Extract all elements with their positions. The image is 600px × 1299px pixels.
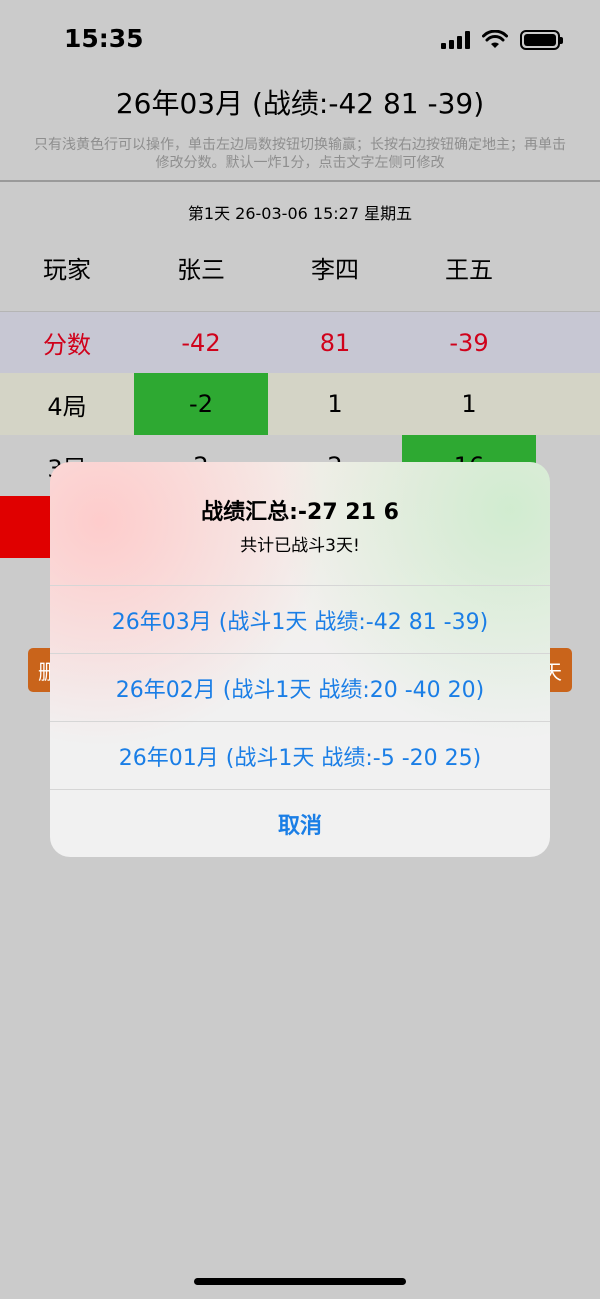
day-info: 第1天 26-03-06 15:27 星期五 — [187, 204, 413, 223]
alert-message: 共计已战斗3天! — [240, 536, 360, 556]
player-name[interactable]: 李四 — [268, 236, 402, 298]
alert-header: 战绩汇总:-27 21 6 共计已战斗3天! — [50, 462, 550, 585]
cancel-button[interactable]: 取消 — [50, 789, 550, 857]
month-option-button[interactable]: 26年03月 (战斗1天 战绩:-42 81 -39) — [50, 585, 550, 653]
alert-title: 战绩汇总:-27 21 6 — [201, 500, 399, 525]
header-divider — [0, 180, 600, 182]
score-value: -39 — [449, 328, 489, 357]
round-score-cell[interactable]: 1 — [268, 373, 402, 435]
battery-icon — [520, 30, 563, 50]
wifi-icon — [482, 30, 508, 48]
score-value: -42 — [181, 328, 221, 357]
home-indicator[interactable] — [194, 1278, 406, 1285]
player-column-label: 玩家 — [43, 255, 91, 284]
score-label: 分数 — [43, 331, 91, 359]
month-option-button[interactable]: 26年01月 (战斗1天 战绩:-5 -20 25) — [50, 721, 550, 789]
table-row: 4局 -2 1 1 — [0, 373, 600, 435]
player-name[interactable]: 王五 — [402, 236, 536, 298]
round-button[interactable]: 4局 — [0, 373, 134, 435]
player-header-row: 玩家 张三 李四 王五 — [0, 236, 600, 298]
score-value: 81 — [319, 328, 351, 357]
round-score-cell[interactable]: 1 — [402, 373, 536, 435]
round-score-cell[interactable]: -2 — [134, 373, 268, 435]
cellular-signal-icon — [441, 31, 470, 49]
status-bar: 15:35 — [0, 0, 600, 80]
page-title[interactable]: 26年03月 (战绩:-42 81 -39) — [0, 82, 600, 122]
summary-alert: 战绩汇总:-27 21 6 共计已战斗3天! 26年03月 (战斗1天 战绩:-… — [50, 462, 550, 857]
month-option-button[interactable]: 26年02月 (战斗1天 战绩:20 -40 20) — [50, 653, 550, 721]
player-name[interactable]: 张三 — [134, 236, 268, 298]
score-row: 分数 -42 81 -39 — [0, 311, 600, 373]
instruction-hint: 只有浅黄色行可以操作，单击左边局数按钮切换输赢；长按右边按钮确定地主；再单击修改… — [34, 137, 566, 171]
status-icons — [441, 30, 563, 50]
status-time: 15:35 — [64, 24, 144, 53]
app-screen: 15:35 26年03月 (战绩:-42 81 -39) 只有浅黄色行可以操作，… — [0, 0, 600, 1299]
